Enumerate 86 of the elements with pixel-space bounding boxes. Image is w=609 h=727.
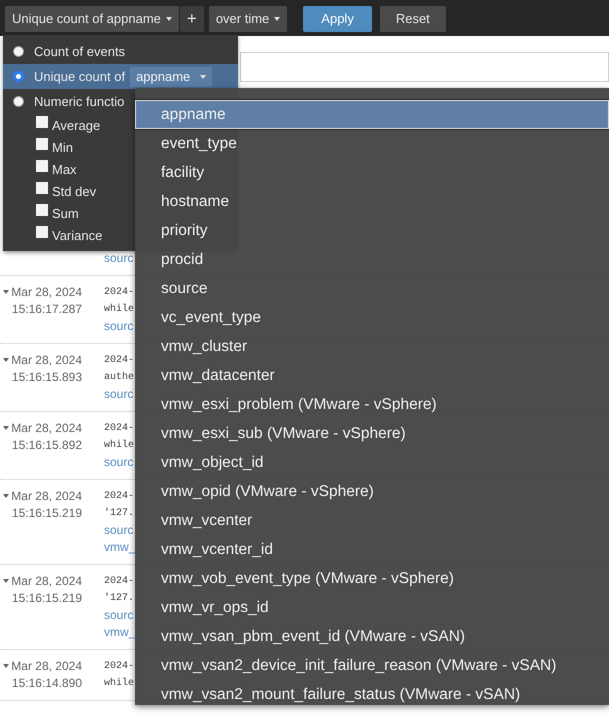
event-time: 15:16:15.892 (10, 437, 82, 454)
dropdown-item[interactable]: priority (135, 216, 609, 245)
event-time: 15:16:15.219 (10, 590, 82, 607)
dropdown-item[interactable]: vmw_vcenter_id (135, 535, 609, 564)
field-link[interactable]: sourc (104, 454, 134, 471)
selected-option[interactable]: Unique count of appname (3, 64, 238, 89)
event-date: Mar 28, 2024 (10, 488, 82, 505)
expand-triangle-icon[interactable] (3, 426, 9, 430)
event-time: 15:16:15.893 (10, 369, 82, 386)
checkbox-label: Sum (52, 206, 79, 220)
dropdown-item[interactable]: event_type (135, 129, 609, 158)
option-label: Unique count of (34, 69, 126, 84)
checkbox-label: Average (52, 118, 100, 132)
dropdown-item[interactable]: vmw_esxi_sub (VMware - vSphere) (135, 419, 609, 448)
checkbox[interactable] (36, 204, 48, 216)
radio-button[interactable] (13, 46, 24, 57)
checkbox[interactable] (36, 182, 48, 194)
event-time: 15:16:15.219 (10, 505, 82, 522)
dropdown-item[interactable]: vmw_vob_event_type (VMware - vSphere) (135, 564, 609, 593)
expand-triangle-icon[interactable] (3, 579, 9, 583)
log-text: 2024- (104, 354, 134, 368)
event-date: Mar 28, 2024 (10, 284, 82, 301)
dropdown-item[interactable]: source (135, 274, 609, 303)
caret-icon (166, 16, 172, 20)
dropdown-item[interactable]: hostname (135, 187, 609, 216)
radio-button[interactable] (13, 71, 24, 82)
dropdown-item[interactable]: vmw_opid (VMware - vSphere) (135, 477, 609, 506)
reset-button[interactable]: Reset (380, 6, 446, 32)
log-text: 2024- (104, 286, 134, 300)
event-date: Mar 28, 2024 (10, 420, 82, 437)
checkbox[interactable] (36, 160, 48, 172)
option-label: Count of events (34, 44, 126, 59)
dropdown-item[interactable]: vmw_datacenter (135, 361, 609, 390)
expand-triangle-icon[interactable] (3, 290, 9, 294)
event-date: Mar 28, 2024 (10, 352, 82, 369)
log-text: '127. (104, 592, 134, 606)
log-text: while (104, 676, 134, 691)
radio-button[interactable] (13, 96, 24, 107)
caret-icon (274, 16, 280, 20)
field-link[interactable]: sourc (104, 250, 134, 267)
option-label: Numeric functio (34, 94, 124, 109)
field-link[interactable]: sourc (104, 386, 134, 403)
dropdown-item[interactable]: vmw_cluster (135, 332, 609, 361)
checkbox[interactable] (36, 116, 48, 128)
dropdown-item[interactable]: vmw_vsan2_mount_failure_status (VMware - vSAN) (135, 680, 609, 709)
log-text: 2024- (104, 490, 134, 504)
dropdown-item[interactable]: vc_event_type (135, 303, 609, 332)
dropdown-item[interactable]: vmw_vr_ops_id (135, 593, 609, 622)
dropdown-item[interactable]: facility (135, 158, 609, 187)
dropdown-item[interactable]: vmw_vcenter (135, 506, 609, 535)
log-text: 2024- (104, 422, 134, 436)
log-text: 2024- (104, 575, 134, 589)
event-date: Mar 28, 2024 (10, 573, 82, 590)
time-button[interactable]: over time (208, 6, 288, 32)
expand-triangle-icon[interactable] (3, 664, 9, 668)
log-text: authe (104, 370, 134, 385)
checkbox[interactable] (36, 138, 48, 150)
log-text: '127. (104, 506, 134, 521)
search-field[interactable] (240, 52, 609, 82)
expand-triangle-icon[interactable] (3, 494, 9, 498)
event-time: 15:16:17.287 (10, 301, 82, 318)
add-button[interactable]: + (180, 6, 204, 32)
event-date: Mar 28, 2024 (10, 658, 82, 675)
field-select[interactable]: appname (130, 66, 212, 86)
event-time: 15:16:14.890 (10, 675, 82, 692)
log-text: 2024- (104, 660, 134, 674)
dropdown-item[interactable]: vmw_vsan2_device_init_failure_reason (VMware - vSAN) (135, 651, 609, 680)
field-link[interactable]: sourc (104, 607, 134, 624)
checkbox-label: Variance (52, 228, 102, 242)
caret-icon (200, 74, 206, 78)
dropdown-item[interactable]: vmw_vsan_pbm_event_id (VMware - vSAN) (135, 622, 609, 651)
field-link[interactable]: sourc (104, 522, 134, 539)
log-text: while (104, 438, 134, 453)
function-button[interactable]: Unique count of appname (5, 6, 179, 32)
dropdown-item[interactable]: vmw_object_id (135, 448, 609, 477)
dropdown-item[interactable]: vmw_esxi_problem (VMware - vSphere) (135, 390, 609, 419)
apply-button[interactable]: Apply (303, 6, 372, 32)
checkbox-label: Max (52, 162, 77, 176)
dropdown-item[interactable]: appname (135, 100, 609, 129)
expand-triangle-icon[interactable] (3, 358, 9, 362)
dropdown-item[interactable]: procid (135, 245, 609, 274)
log-text: while (104, 302, 134, 317)
checkbox-label: Min (52, 140, 73, 154)
field-link[interactable]: sourc (104, 318, 134, 335)
checkbox-label: Std dev (52, 184, 96, 198)
checkbox[interactable] (36, 226, 48, 238)
